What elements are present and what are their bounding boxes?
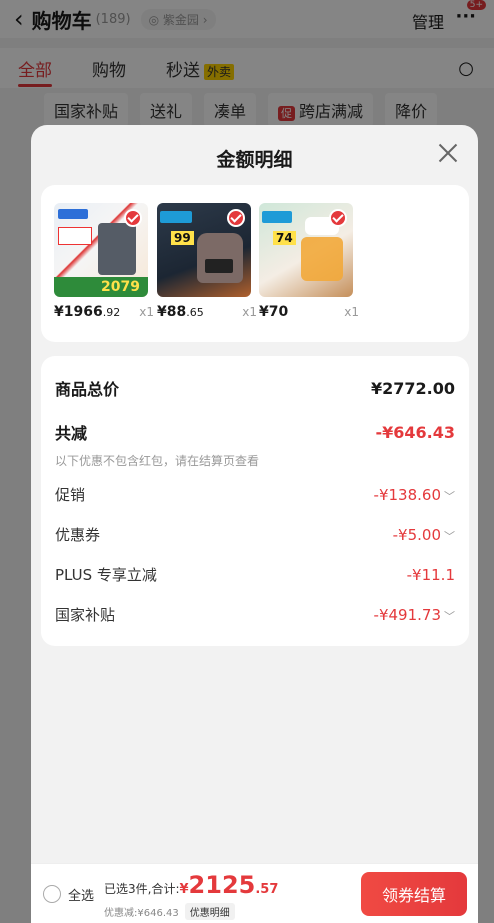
product-qty: x1 [242, 305, 257, 319]
product-card: 2079 ¥1966.92 x1 99 ¥88.65 x1 74 ¥70 x1 [41, 185, 469, 342]
yen-symbol: ¥ [179, 882, 189, 897]
product-price: ¥1966.92 [54, 304, 120, 320]
price-int: ¥70 [259, 304, 289, 320]
price-int: ¥1966 [54, 304, 103, 320]
promo-label: 促销 [55, 486, 86, 504]
total-row: 商品总价 ¥2772.00 [55, 376, 455, 400]
coupon-row[interactable]: 优惠券 -¥5.00 ﹀ [55, 524, 455, 545]
select-all-radio[interactable] [43, 885, 61, 903]
selected-text: 已选3件,合计: [104, 882, 180, 896]
product-price-row: ¥1966.92 x1 [54, 304, 154, 320]
promo-value: -¥138.60 [373, 486, 441, 504]
price-int: ¥88 [157, 304, 187, 320]
plus-label: PLUS 专享立减 [55, 566, 157, 584]
total-int: 2125 [188, 871, 256, 899]
product-qty: x1 [344, 305, 359, 319]
close-icon[interactable] [436, 141, 460, 165]
chevron-down-icon: ﹀ [444, 490, 455, 503]
coupon-label: 优惠券 [55, 526, 101, 544]
discount-line: 优惠减:¥646.43 优惠明细 [104, 903, 235, 920]
total-summary: 已选3件,合计: ¥ 2125 .57 [104, 873, 278, 897]
coupon-value: -¥5.00 [392, 526, 441, 544]
chevron-down-icon: ﹀ [444, 530, 455, 543]
checked-icon [124, 209, 142, 227]
product-item[interactable]: 2079 ¥1966.92 x1 [54, 203, 154, 320]
product-item[interactable]: 74 ¥70 x1 [259, 203, 359, 320]
food-chopper-image: 74 [259, 203, 353, 297]
product-item[interactable]: 99 ¥88.65 x1 [157, 203, 257, 320]
promo-row[interactable]: 促销 -¥138.60 ﹀ [55, 484, 455, 505]
checked-icon [227, 209, 245, 227]
subsidy-value: -¥491.73 [373, 606, 441, 624]
checkout-bar: 全选 已选3件,合计: ¥ 2125 .57 优惠减:¥646.43 优惠明细 … [31, 863, 478, 923]
checked-icon [329, 209, 347, 227]
product-qty: x1 [139, 305, 154, 319]
product-price: ¥88.65 [157, 304, 204, 320]
reduce-label: 共减 [55, 424, 88, 443]
subsidy-row[interactable]: 国家补贴 -¥491.73 ﹀ [55, 604, 455, 625]
price-dec: .65 [186, 306, 204, 319]
product-price: ¥70 [259, 304, 288, 320]
discount-note: 以下优惠不包含红包，请在结算页查看 [55, 454, 260, 468]
reduce-row: 共减 -¥646.43 [55, 420, 455, 444]
checkout-button[interactable]: 领券结算 [361, 872, 467, 916]
discount-detail-button[interactable]: 优惠明细 [184, 903, 235, 920]
chevron-down-icon: ﹀ [444, 610, 455, 623]
badge-price: 2079 [101, 279, 140, 295]
plus-row: PLUS 专享立减 -¥11.1 [55, 564, 455, 585]
amount-detail-card: 商品总价 ¥2772.00 共减 -¥646.43 以下优惠不包含红包，请在结算… [41, 356, 469, 646]
product-price-row: ¥88.65 x1 [157, 304, 257, 320]
badge-price: 99 [171, 231, 194, 245]
air-fryer-image: 2079 [54, 203, 148, 297]
total-value: ¥2772.00 [370, 378, 455, 398]
subsidy-label: 国家补贴 [55, 606, 116, 624]
sheet-title: 金额明细 [216, 149, 293, 171]
select-all-label[interactable]: 全选 [68, 885, 94, 904]
amount-detail-sheet: 金额明细 2079 ¥1966.92 x1 99 ¥88.65 x1 74 ¥7… [31, 125, 478, 923]
reduce-value: -¥646.43 [375, 422, 455, 442]
discount-text: 优惠减:¥646.43 [104, 908, 179, 919]
badge-price: 74 [273, 231, 296, 245]
rice-cooker-image: 99 [157, 203, 251, 297]
total-dec: .57 [255, 882, 279, 897]
product-price-row: ¥70 x1 [259, 304, 359, 320]
plus-value: -¥11.1 [406, 566, 455, 584]
total-label: 商品总价 [55, 380, 120, 399]
price-dec: .92 [102, 306, 121, 319]
